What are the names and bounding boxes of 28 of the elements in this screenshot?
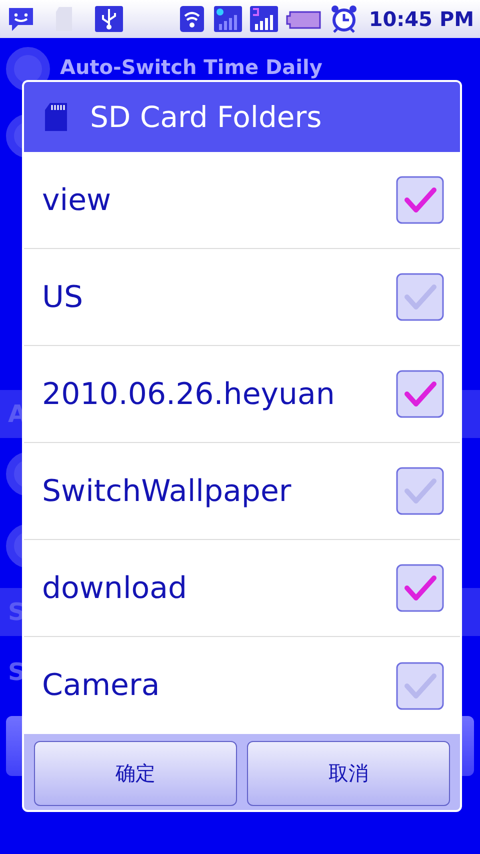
clock-time: 10:45 PM — [368, 7, 474, 31]
checkbox[interactable] — [396, 176, 444, 224]
signal-icon — [248, 4, 279, 34]
folder-name: download — [42, 570, 188, 606]
folder-row[interactable]: view — [24, 152, 460, 249]
folder-name: SwitchWallpaper — [42, 474, 292, 508]
alarm-clock-icon — [328, 4, 359, 34]
checkbox[interactable] — [396, 662, 444, 710]
confirm-button[interactable]: 确定 — [34, 741, 237, 806]
folder-row[interactable]: Camera — [24, 637, 460, 734]
folder-name: Camera — [42, 668, 160, 703]
dialog-title: SD Card Folders — [90, 100, 322, 134]
folder-row[interactable]: SwitchWallpaper — [24, 443, 460, 540]
sd-card-icon — [44, 102, 68, 132]
signal-icon — [212, 4, 243, 34]
usb-icon[interactable] — [94, 4, 124, 34]
cancel-button[interactable]: 取消 — [247, 741, 450, 806]
folder-name: US — [42, 280, 84, 314]
folder-row[interactable]: download — [24, 540, 460, 637]
folder-row[interactable]: US — [24, 249, 460, 346]
checkbox[interactable] — [396, 273, 444, 321]
checkbox[interactable] — [396, 370, 444, 418]
checkbox[interactable] — [396, 467, 444, 515]
folder-row[interactable]: 2010.06.26.heyuan — [24, 346, 460, 443]
folder-name: 2010.06.26.heyuan — [42, 376, 335, 412]
checkbox[interactable] — [396, 564, 444, 612]
setting-label: Auto-Switch Time Daily — [60, 57, 322, 77]
folder-name: view — [42, 182, 112, 218]
